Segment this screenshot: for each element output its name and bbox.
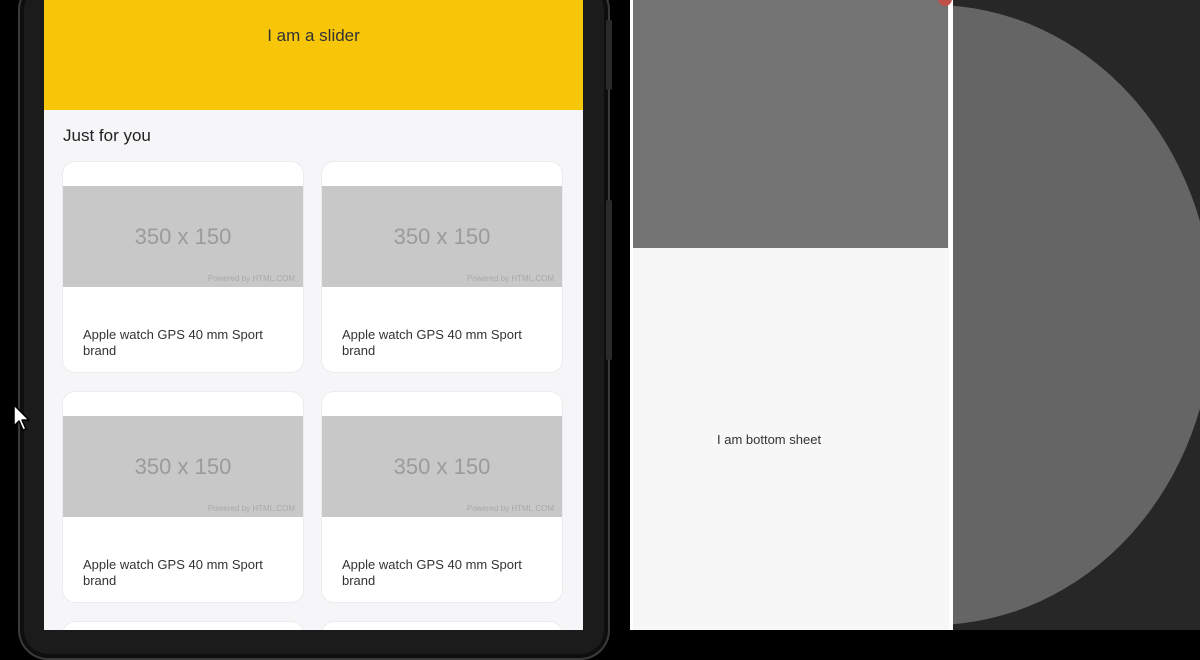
phone-side-button [606,200,612,360]
phone-screen: I am a slider Just for you 350 x 150 Pow… [44,0,583,630]
circle-shape [953,5,1200,625]
phone-side-button [606,20,612,90]
image-placeholder-text: 350 x 150 [393,223,491,249]
image-slider[interactable]: I am a slider [44,0,583,110]
product-card[interactable]: 350 x 150 Powered by HTML.COM Apple watc… [63,392,303,602]
product-title: Apple watch GPS 40 mm Sport brand [342,327,522,358]
image-credit: Powered by HTML.COM [207,504,295,513]
mouse-pointer-icon [13,404,30,431]
image-credit: Powered by HTML.COM [466,274,554,283]
product-title: Apple watch GPS 40 mm Sport brand [342,557,522,588]
slider-label: I am a slider [267,26,360,45]
product-image: 350 x 150 Powered by HTML.COM [322,186,562,287]
product-card[interactable] [322,622,562,630]
product-title: Apple watch GPS 40 mm Sport brand [83,327,263,358]
product-title: Apple watch GPS 40 mm Sport brand [83,557,263,588]
image-credit: Powered by HTML.COM [207,274,295,283]
product-card[interactable]: 350 x 150 Powered by HTML.COM Apple watc… [322,392,562,602]
dark-panel [953,0,1200,630]
product-card[interactable]: 350 x 150 Powered by HTML.COM Apple watc… [63,162,303,372]
product-card[interactable] [63,622,303,630]
product-card[interactable]: 350 x 150 Powered by HTML.COM Apple watc… [322,162,562,372]
bottom-sheet-label: I am bottom sheet [717,432,822,447]
image-placeholder-text: 350 x 150 [134,223,232,249]
product-image: 350 x 150 Powered by HTML.COM [322,416,562,517]
image-placeholder-text: 350 x 150 [134,453,232,479]
modal-scrim[interactable] [633,0,948,248]
bottom-sheet-screen: I am bottom sheet [633,0,951,630]
section-title: Just for you [63,126,151,145]
product-image: 350 x 150 Powered by HTML.COM [63,416,303,517]
image-credit: Powered by HTML.COM [466,504,554,513]
image-placeholder-text: 350 x 150 [393,453,491,479]
product-image: 350 x 150 Powered by HTML.COM [63,186,303,287]
